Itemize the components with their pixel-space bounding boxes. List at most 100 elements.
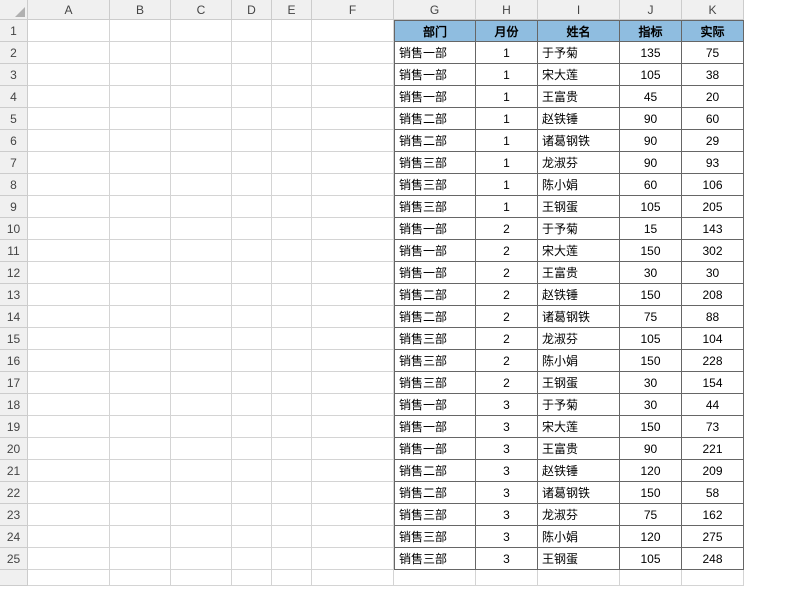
cell-empty[interactable] — [28, 174, 110, 196]
cell-empty[interactable] — [272, 20, 312, 42]
cell-empty[interactable] — [312, 196, 394, 218]
table-cell[interactable]: 302 — [682, 240, 744, 262]
cell-empty[interactable] — [28, 20, 110, 42]
column-header[interactable]: J — [620, 0, 682, 20]
table-cell[interactable]: 2 — [476, 284, 538, 306]
cell-empty[interactable] — [110, 196, 171, 218]
table-cell[interactable]: 30 — [620, 394, 682, 416]
row-header[interactable]: 21 — [0, 460, 28, 482]
table-cell[interactable]: 75 — [620, 306, 682, 328]
table-cell[interactable]: 销售二部 — [394, 460, 476, 482]
cell-empty[interactable] — [312, 64, 394, 86]
cell-empty[interactable] — [28, 64, 110, 86]
cell-empty[interactable] — [232, 86, 272, 108]
cell-empty[interactable] — [110, 218, 171, 240]
row-header[interactable]: 10 — [0, 218, 28, 240]
cell-empty[interactable] — [232, 394, 272, 416]
cell-empty[interactable] — [312, 328, 394, 350]
cell-empty[interactable] — [312, 372, 394, 394]
cell-empty[interactable] — [171, 328, 232, 350]
table-cell[interactable]: 88 — [682, 306, 744, 328]
table-header-name[interactable]: 姓名 — [538, 20, 620, 42]
column-header[interactable]: F — [312, 0, 394, 20]
cell-empty[interactable] — [232, 306, 272, 328]
table-cell[interactable]: 20 — [682, 86, 744, 108]
table-cell[interactable]: 2 — [476, 240, 538, 262]
cell-empty[interactable] — [312, 482, 394, 504]
cell-empty[interactable] — [110, 20, 171, 42]
cell-empty[interactable] — [28, 372, 110, 394]
cell-empty[interactable] — [110, 42, 171, 64]
row-header[interactable]: 19 — [0, 416, 28, 438]
table-cell[interactable]: 于予菊 — [538, 218, 620, 240]
table-cell[interactable]: 221 — [682, 438, 744, 460]
table-cell[interactable]: 90 — [620, 108, 682, 130]
table-cell[interactable]: 销售二部 — [394, 130, 476, 152]
cell-empty[interactable] — [110, 174, 171, 196]
cell-empty[interactable] — [110, 350, 171, 372]
cell-empty[interactable] — [312, 240, 394, 262]
table-cell[interactable]: 150 — [620, 240, 682, 262]
table-cell[interactable]: 1 — [476, 108, 538, 130]
cell-empty[interactable] — [272, 548, 312, 570]
table-cell[interactable]: 王钢蛋 — [538, 548, 620, 570]
table-cell[interactable]: 销售三部 — [394, 152, 476, 174]
table-cell[interactable]: 销售一部 — [394, 262, 476, 284]
column-header[interactable]: C — [171, 0, 232, 20]
table-cell[interactable]: 93 — [682, 152, 744, 174]
cell-empty[interactable] — [110, 394, 171, 416]
cell-empty[interactable] — [171, 108, 232, 130]
cell-empty[interactable] — [476, 570, 538, 586]
table-cell[interactable]: 90 — [620, 438, 682, 460]
cell-empty[interactable] — [272, 86, 312, 108]
table-cell[interactable]: 1 — [476, 196, 538, 218]
table-cell[interactable]: 30 — [682, 262, 744, 284]
table-cell[interactable]: 150 — [620, 482, 682, 504]
column-header[interactable]: I — [538, 0, 620, 20]
table-cell[interactable]: 3 — [476, 438, 538, 460]
cell-empty[interactable] — [272, 240, 312, 262]
cell-empty[interactable] — [28, 350, 110, 372]
cell-empty[interactable] — [232, 438, 272, 460]
table-cell[interactable]: 209 — [682, 460, 744, 482]
table-cell[interactable]: 赵铁锤 — [538, 284, 620, 306]
cell-empty[interactable] — [28, 284, 110, 306]
table-cell[interactable]: 宋大莲 — [538, 240, 620, 262]
cell-empty[interactable] — [171, 548, 232, 570]
cell-empty[interactable] — [312, 526, 394, 548]
table-cell[interactable]: 销售二部 — [394, 108, 476, 130]
cell-empty[interactable] — [171, 152, 232, 174]
cell-empty[interactable] — [272, 284, 312, 306]
table-cell[interactable]: 王富贵 — [538, 438, 620, 460]
cell-empty[interactable] — [110, 548, 171, 570]
cell-empty[interactable] — [171, 42, 232, 64]
row-header[interactable]: 17 — [0, 372, 28, 394]
table-cell[interactable]: 105 — [620, 196, 682, 218]
spreadsheet-grid[interactable]: ABCDEFGHIJK1部门月份姓名指标实际2销售一部1于予菊135753销售一… — [0, 0, 808, 586]
cell-empty[interactable] — [272, 394, 312, 416]
table-cell[interactable]: 诸葛钢铁 — [538, 130, 620, 152]
row-header[interactable]: 12 — [0, 262, 28, 284]
cell-empty[interactable] — [171, 262, 232, 284]
table-cell[interactable]: 销售一部 — [394, 240, 476, 262]
table-cell[interactable]: 销售三部 — [394, 350, 476, 372]
table-cell[interactable]: 销售一部 — [394, 64, 476, 86]
cell-empty[interactable] — [171, 64, 232, 86]
table-cell[interactable]: 销售二部 — [394, 306, 476, 328]
cell-empty[interactable] — [110, 438, 171, 460]
table-cell[interactable]: 58 — [682, 482, 744, 504]
cell-empty[interactable] — [171, 86, 232, 108]
cell-empty[interactable] — [171, 196, 232, 218]
table-cell[interactable]: 2 — [476, 350, 538, 372]
table-cell[interactable]: 3 — [476, 504, 538, 526]
cell-empty[interactable] — [312, 218, 394, 240]
table-cell[interactable]: 销售一部 — [394, 394, 476, 416]
cell-empty[interactable] — [312, 152, 394, 174]
cell-empty[interactable] — [312, 284, 394, 306]
table-cell[interactable]: 60 — [682, 108, 744, 130]
table-cell[interactable]: 龙淑芬 — [538, 152, 620, 174]
table-cell[interactable]: 销售一部 — [394, 42, 476, 64]
cell-empty[interactable] — [110, 152, 171, 174]
table-cell[interactable]: 陈小娟 — [538, 174, 620, 196]
table-cell[interactable]: 2 — [476, 306, 538, 328]
